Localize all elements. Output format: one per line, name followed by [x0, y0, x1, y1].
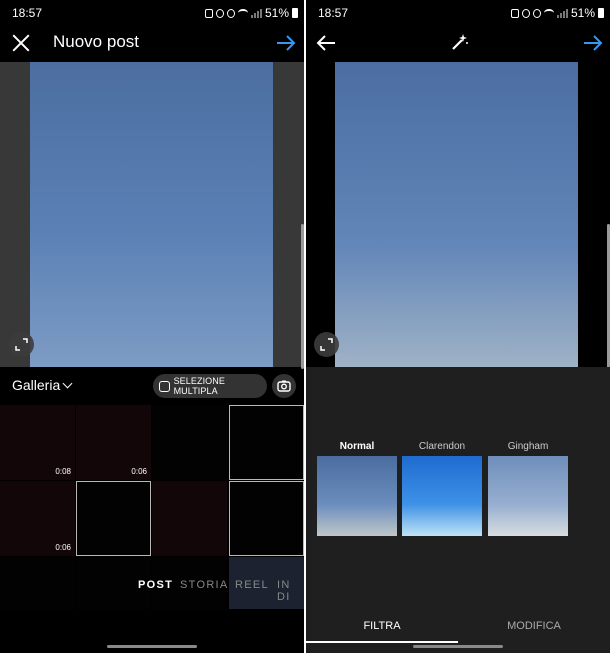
magic-wand-icon[interactable] [451, 33, 469, 51]
filter-label: Clarendon [418, 441, 466, 452]
media-thumbnail[interactable]: 0:06 [76, 405, 151, 480]
mode-tabs: POST STORIA REEL IN DI [0, 579, 304, 603]
close-icon[interactable] [12, 34, 30, 52]
back-arrow-icon[interactable] [316, 33, 336, 53]
wifi-icon [543, 9, 554, 17]
home-indicator [107, 645, 197, 648]
status-icons: 51% [204, 6, 298, 20]
photo-preview [306, 62, 610, 369]
status-bar: 18:57 51% [0, 0, 304, 26]
alarm-icon [204, 8, 213, 18]
mode-tab-reel[interactable]: REEL [235, 579, 269, 591]
filter-thumbnail [317, 456, 397, 536]
filter-thumbnail [402, 456, 482, 536]
active-tab-indicator [306, 641, 458, 643]
media-thumbnail[interactable] [229, 481, 304, 556]
mode-tab-live[interactable]: IN DI [277, 579, 304, 603]
filter-strip: Normal Clarendon Gingham M [306, 367, 610, 607]
camera-icon [277, 380, 291, 392]
filtered-photo [335, 62, 578, 367]
chevron-down-icon[interactable] [62, 378, 73, 389]
next-arrow-icon[interactable] [583, 33, 603, 53]
video-duration: 0:08 [55, 467, 71, 476]
page-title: Nuovo post [53, 32, 139, 51]
multi-select-icon [159, 380, 170, 392]
media-thumbnail[interactable] [152, 481, 227, 556]
expand-button[interactable] [9, 332, 34, 357]
media-thumbnail[interactable] [76, 481, 151, 556]
signal-icon [250, 8, 262, 18]
mute-icon [532, 8, 541, 18]
multi-select-label: SELEZIONE MULTIPLA [173, 376, 225, 396]
expand-button[interactable] [314, 332, 339, 357]
battery-icon [598, 8, 604, 18]
filter-label: Normal [339, 441, 375, 452]
home-indicator [413, 645, 503, 648]
battery-percent: 51% [570, 6, 595, 20]
status-time: 18:57 [12, 6, 43, 20]
status-icons: 51% [510, 6, 604, 20]
video-duration: 0:06 [55, 543, 71, 552]
mute-icon [226, 8, 235, 18]
expand-icon [15, 338, 28, 351]
camera-button[interactable] [272, 374, 296, 398]
media-thumbnail[interactable]: 0:06 [0, 481, 75, 556]
filter-label: Gingham [507, 441, 549, 452]
status-time: 18:57 [318, 6, 349, 20]
battery-percent: 51% [264, 6, 289, 20]
status-bar: 18:57 51% [306, 0, 610, 26]
top-bar: Nuovo post [0, 26, 304, 62]
mode-tab-post[interactable]: POST [138, 579, 173, 591]
next-arrow-icon[interactable] [276, 33, 296, 53]
battery-icon [292, 8, 298, 18]
alarm-icon [510, 8, 519, 18]
filter-screen: 18:57 51% Normal Clarendon Gingham FILTR… [306, 0, 610, 653]
gallery-dropdown-label[interactable]: Galleria [12, 377, 60, 393]
multi-select-button[interactable]: SELEZIONE MULTIPLA [153, 374, 267, 398]
video-duration: 0:06 [131, 467, 147, 476]
tab-filtra[interactable]: FILTRA [306, 620, 458, 632]
media-thumbnail[interactable] [229, 405, 304, 480]
photo-preview [0, 62, 304, 369]
expand-icon [320, 338, 333, 351]
top-bar [306, 26, 610, 62]
filter-thumbnail [488, 456, 568, 536]
selected-photo [30, 62, 273, 367]
signal-icon [556, 8, 568, 18]
gallery-bar: Galleria SELEZIONE MULTIPLA [0, 367, 304, 405]
clock-icon [215, 8, 224, 18]
mode-tab-storia[interactable]: STORIA [180, 579, 229, 591]
media-thumbnail[interactable] [152, 405, 227, 480]
new-post-screen: 18:57 51% Nuovo post Galleria SELEZIONE … [0, 0, 304, 653]
clock-icon [521, 8, 530, 18]
tab-modifica[interactable]: MODIFICA [458, 620, 610, 632]
media-thumbnail[interactable]: 0:08 [0, 405, 75, 480]
wifi-icon [237, 9, 248, 17]
